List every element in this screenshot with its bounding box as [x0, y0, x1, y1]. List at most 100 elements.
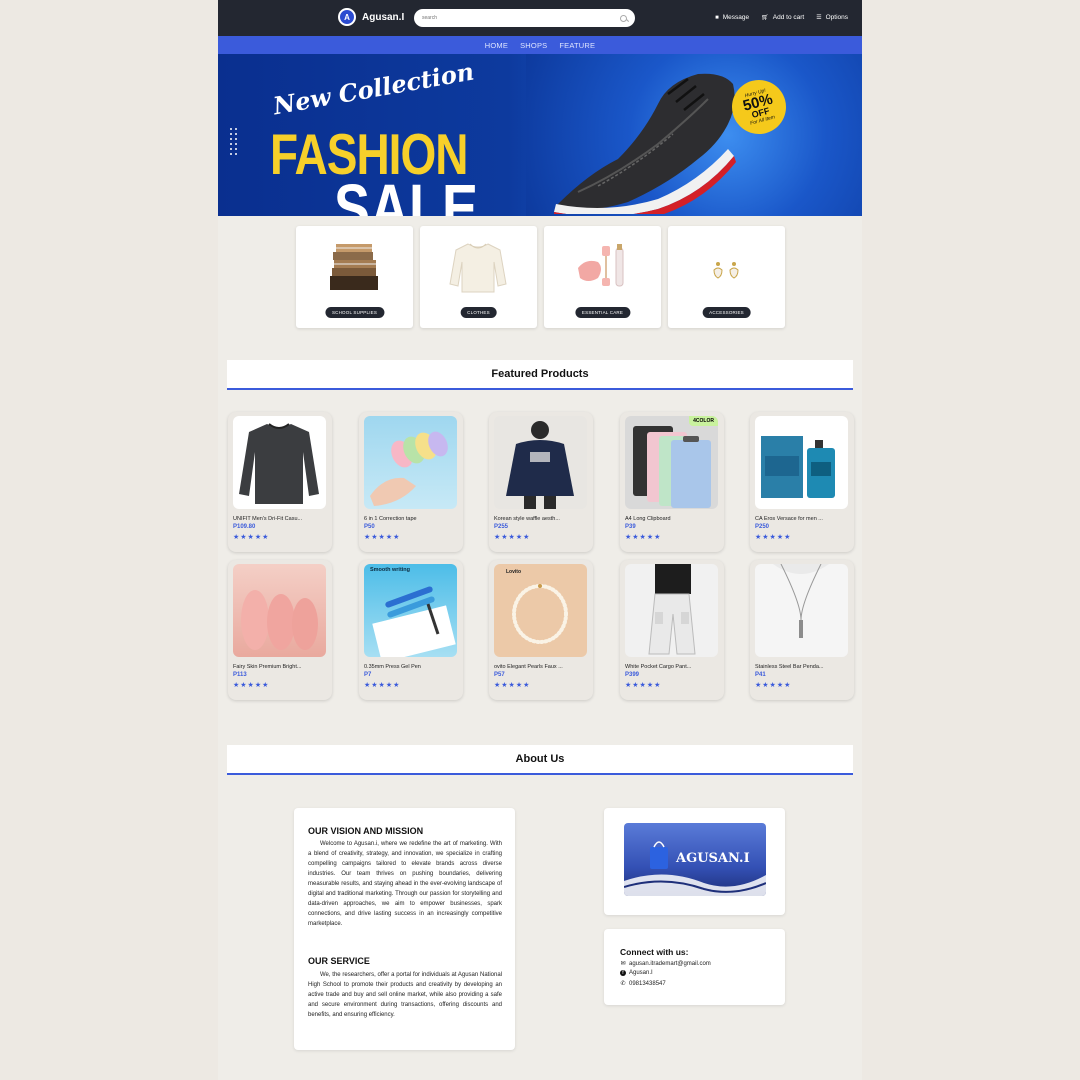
product-image[interactable]: Smooth writing: [364, 564, 457, 657]
category-label[interactable]: ACCESSORIES: [702, 307, 751, 318]
facebook-text[interactable]: Agusan.I: [629, 970, 653, 976]
list-icon: ☰: [816, 15, 822, 21]
add-to-cart-label: Add to cart: [772, 14, 805, 21]
header-actions: ■ Message 🛒︎ Add to cart ☰ Options: [715, 14, 848, 21]
product-card[interactable]: Stainless Steel Bar Penda... P41 ★★★★★: [750, 560, 854, 700]
options-button[interactable]: ☰ Options: [816, 14, 848, 21]
product-card[interactable]: White Pocket Cargo Pant... P399 ★★★★★: [620, 560, 724, 700]
category-card-clothes[interactable]: CLOTHES: [420, 226, 537, 328]
add-to-cart-button[interactable]: 🛒︎ Add to cart: [761, 14, 804, 21]
product-image[interactable]: [494, 416, 587, 509]
product-image[interactable]: 4COLOR: [625, 416, 718, 509]
product-card[interactable]: UNIFIT Men's Dri-Fit Casu... P109.80 ★★★…: [228, 412, 332, 552]
product-name[interactable]: A4 Long Clipboard: [625, 516, 717, 522]
pendant-necklace-image: [755, 564, 848, 657]
product-name[interactable]: 6 in 1 Correction tape: [364, 516, 456, 522]
product-image[interactable]: [364, 416, 457, 509]
gel-pen-image: [372, 586, 456, 657]
product-name[interactable]: White Pocket Cargo Pant...: [625, 664, 717, 670]
product-name[interactable]: Stainless Steel Bar Penda...: [755, 664, 847, 670]
product-name[interactable]: CA Eros Versace for men ...: [755, 516, 847, 522]
product-card[interactable]: Lovito ovito Elegant Pearls Faux ... P57…: [489, 560, 593, 700]
cart-icon: 🛒︎: [761, 15, 769, 21]
clipboard-image: [633, 426, 711, 508]
category-label[interactable]: ESSENTIAL CARE: [574, 307, 631, 318]
product-name[interactable]: 0.35mm Press Gel Pen: [364, 664, 456, 670]
category-card-school-supplies[interactable]: SCHOOL SUPPLIES: [296, 226, 413, 328]
product-rating: ★★★★★: [233, 682, 270, 689]
product-price: P41: [755, 672, 766, 678]
product-card[interactable]: Smooth writing 0.35mm Press Gel Pen P7 ★…: [359, 560, 463, 700]
product-rating: ★★★★★: [625, 534, 662, 541]
search-icon[interactable]: [620, 14, 627, 22]
product-image[interactable]: [755, 416, 848, 509]
product-price: P255: [494, 524, 509, 530]
logo-badge: A: [338, 8, 356, 26]
product-image[interactable]: Lovito: [494, 564, 587, 657]
product-name[interactable]: Korean style waffle aesth...: [494, 516, 586, 522]
product-rating: ★★★★★: [755, 682, 792, 689]
hero-banner[interactable]: New Collection FASHION SALE Hurry Up! 50…: [218, 54, 862, 216]
product-name[interactable]: ovito Elegant Pearls Faux ...: [494, 664, 586, 670]
product-price: P39: [625, 524, 636, 530]
main-nav: HOME SHOPS FEATURE: [218, 36, 862, 54]
connect-card: Connect with us: ✉ agusan.itrademart@gmai…: [604, 929, 785, 1005]
email-row[interactable]: ✉ agusan.itrademart@gmail.com: [620, 960, 711, 968]
email-text[interactable]: agusan.itrademart@gmail.com: [629, 961, 711, 967]
correction-tape-image: [370, 431, 448, 506]
category-card-essential-care[interactable]: ESSENTIAL CARE: [544, 226, 661, 328]
chat-icon: ■: [715, 15, 719, 21]
brand-banner-image: AGUSAN.I: [624, 823, 766, 896]
product-rating: ★★★★★: [233, 534, 270, 541]
product-badge: Smooth writing: [370, 567, 411, 573]
pearl-necklace-image: [512, 584, 568, 644]
product-card[interactable]: CA Eros Versace for men ... P250 ★★★★★: [750, 412, 854, 552]
phone-text[interactable]: 09813438547: [629, 981, 666, 987]
product-price: P50: [364, 524, 375, 530]
books-icon: [330, 244, 378, 290]
brand-image-card: AGUSAN.I: [604, 808, 785, 915]
message-button[interactable]: ■ Message: [715, 14, 749, 21]
product-card[interactable]: 6 in 1 Correction tape P50 ★★★★★: [359, 412, 463, 552]
top-bar: A Agusan.I ■Message 🛒︎Add to cart ☰Optio…: [218, 0, 862, 36]
hero-dots: [230, 128, 238, 155]
nav-shops[interactable]: SHOPS: [520, 41, 547, 50]
nav-feature[interactable]: FEATURE: [559, 41, 595, 50]
vision-mission-card: OUR VISION AND MISSION Welcome to Agusan…: [294, 808, 515, 1050]
product-rating: ★★★★★: [755, 534, 792, 541]
product-rating: ★★★★★: [364, 534, 401, 541]
featured-products-heading: Featured Products: [227, 360, 853, 390]
category-label[interactable]: SCHOOL SUPPLIES: [324, 307, 385, 318]
product-rating: ★★★★★: [364, 682, 401, 689]
email-icon: ✉: [620, 961, 626, 967]
phone-row[interactable]: ✆ 09813438547: [620, 980, 666, 988]
category-card-accessories[interactable]: ACCESSORIES: [668, 226, 785, 328]
product-image[interactable]: [625, 564, 718, 657]
phone-icon: ✆: [620, 981, 626, 987]
about-us-heading: About Us: [227, 745, 853, 775]
product-image[interactable]: [233, 416, 326, 509]
service-heading: OUR SERVICE: [308, 956, 370, 966]
product-rating: ★★★★★: [494, 682, 531, 689]
perfume-image: [761, 436, 835, 498]
product-card[interactable]: 4COLOR A4 Long Clipboard P39 ★★★★★: [620, 412, 724, 552]
product-card[interactable]: Korean style waffle aesth... P255 ★★★★★: [489, 412, 593, 552]
product-name[interactable]: UNIFIT Men's Dri-Fit Casu...: [233, 516, 325, 522]
options-label: Options: [825, 14, 848, 21]
product-name[interactable]: Fairy Skin Premium Bright...: [233, 664, 325, 670]
sneaker-image: [554, 73, 736, 214]
category-label[interactable]: CLOTHES: [460, 307, 497, 318]
message-label: Message: [722, 14, 750, 21]
facebook-row[interactable]: f Agusan.I: [620, 970, 653, 976]
product-badge: Lovito: [506, 569, 521, 575]
product-image[interactable]: [755, 564, 848, 657]
product-image[interactable]: [233, 564, 326, 657]
product-price: P109.80: [233, 524, 256, 530]
brand-logo[interactable]: A Agusan.I: [338, 8, 404, 26]
nav-home[interactable]: HOME: [485, 41, 508, 50]
search-input[interactable]: [422, 15, 620, 21]
product-price: P250: [755, 524, 770, 530]
brand-banner-text: AGUSAN.I: [676, 851, 750, 866]
hero-title-sale: SALE: [334, 171, 479, 216]
product-card[interactable]: Fairy Skin Premium Bright... P113 ★★★★★: [228, 560, 332, 700]
